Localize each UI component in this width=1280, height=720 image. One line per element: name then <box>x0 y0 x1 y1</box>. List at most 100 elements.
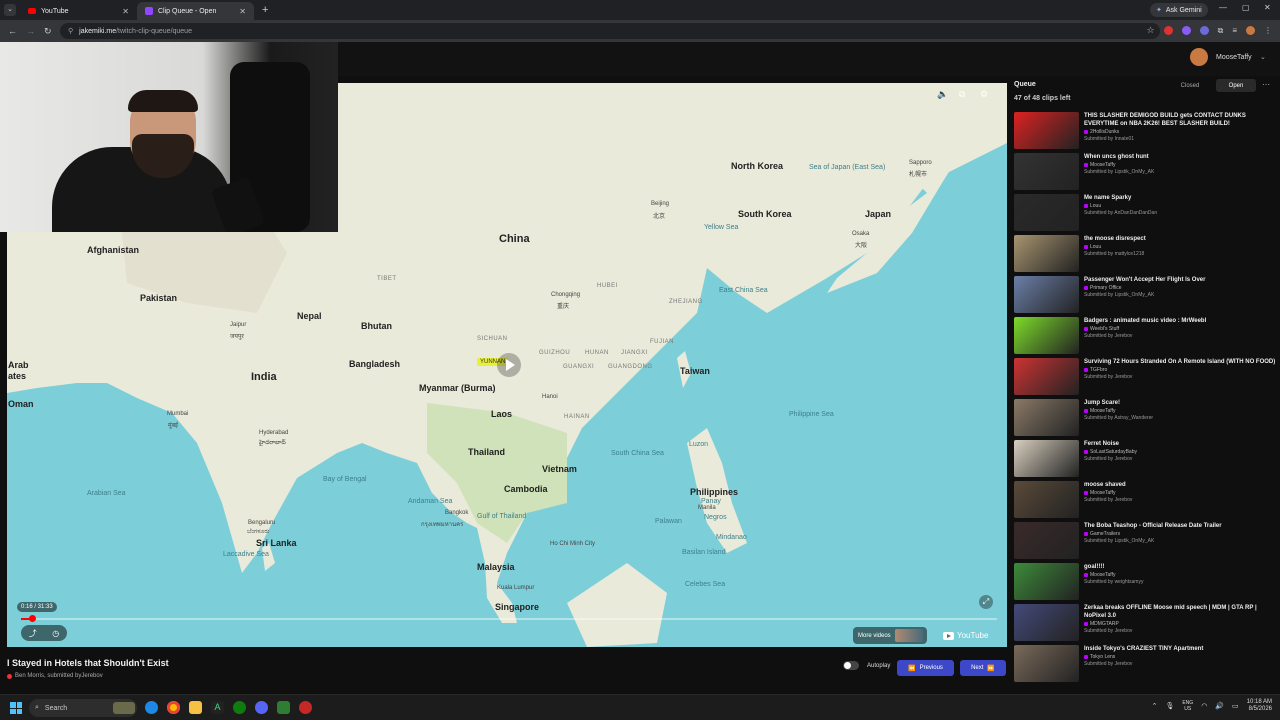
tab-youtube[interactable]: YouTube ✕ <box>20 2 137 20</box>
clip-thumbnail[interactable] <box>1014 440 1079 477</box>
maximize-icon[interactable]: ▢ <box>1242 3 1250 12</box>
queue-item[interactable]: Passenger Won't Accept Her Flight Is Ove… <box>1014 276 1278 317</box>
queue-item[interactable]: When uncs ghost hunt MooseTaffy Submitted … <box>1014 153 1278 194</box>
close-icon[interactable]: ✕ <box>239 7 246 16</box>
tab-clip-queue[interactable]: Clip Queue - Open ✕ <box>137 2 254 20</box>
clip-thumbnail[interactable] <box>1014 358 1079 395</box>
clip-thumbnail[interactable] <box>1014 153 1079 190</box>
chevron-up-icon[interactable]: ⌃ <box>1152 702 1158 710</box>
previous-button[interactable]: ⏪ Previous <box>897 660 954 676</box>
youtube-logo[interactable]: YouTube <box>943 631 988 640</box>
share-icon[interactable]: ⤴ <box>29 628 37 639</box>
clip-thumbnail[interactable] <box>1014 563 1079 600</box>
discord-icon[interactable] <box>255 701 268 714</box>
bookmark-star-icon[interactable]: ☆ <box>1147 25 1155 36</box>
clip-thumbnail[interactable] <box>1014 645 1079 682</box>
speaker-icon[interactable]: 🔊 <box>1215 702 1224 710</box>
app-a-icon[interactable]: A <box>211 701 224 714</box>
close-icon[interactable]: ✕ <box>122 7 129 16</box>
reload-icon[interactable]: ↻ <box>44 26 54 37</box>
url-field[interactable]: ⚲ jakemiki.me/twitch-clip-queue/queue <box>60 23 1160 39</box>
submitter-name: Jerebov <box>81 673 103 679</box>
queue-item[interactable]: The Boba Teashop - Official Release Date… <box>1014 522 1278 563</box>
back-arrow-icon[interactable]: ← <box>8 26 18 36</box>
next-button[interactable]: Next ⏩ <box>960 660 1006 676</box>
media-controls-icon[interactable]: ≡ <box>1232 26 1237 35</box>
play-icon[interactable] <box>497 353 521 377</box>
autoplay-toggle[interactable] <box>843 661 859 670</box>
microphone-icon[interactable]: 🎙 <box>1165 702 1174 710</box>
queue-item-text: Badgers : animated music video : MrWeebl… <box>1084 317 1276 358</box>
queue-menu-icon[interactable]: ⋯ <box>1262 80 1270 89</box>
queue-item[interactable]: Zerkaa breaks OFFLINE Moose mid speech |… <box>1014 604 1278 645</box>
taskbar-search[interactable]: ⌕ Search <box>29 699 137 717</box>
user-avatar[interactable] <box>1190 48 1208 66</box>
clip-channel-name: MDMGTARP <box>1090 621 1119 627</box>
watch-later-clock-icon[interactable]: ◷ <box>52 629 59 638</box>
app-red-icon[interactable] <box>299 701 312 714</box>
tab-search-button[interactable]: ⌄ <box>4 4 16 16</box>
queue-item[interactable]: THIS SLASHER DEMIGOD BUILD gets CONTACT … <box>1014 112 1278 153</box>
extension-purple-icon[interactable] <box>1181 26 1191 35</box>
map-label: Sapporo <box>909 160 932 166</box>
queue-status-toggle: Closed Open <box>1170 79 1256 92</box>
expand-map-icon[interactable]: ⤢ <box>979 595 993 609</box>
channel-icon <box>1084 573 1088 577</box>
queue-item[interactable]: Jump Scare! MooseTaffy Submitted by Astray… <box>1014 399 1278 440</box>
progress-bar[interactable] <box>21 615 997 622</box>
clip-thumbnail[interactable] <box>1014 112 1079 149</box>
ask-gemini-button[interactable]: ✦ Ask Gemini <box>1150 3 1208 17</box>
clip-thumbnail[interactable] <box>1014 399 1079 436</box>
clip-thumbnail[interactable] <box>1014 276 1079 313</box>
more-videos-button[interactable]: More videos <box>853 627 927 644</box>
minimize-icon[interactable]: — <box>1219 3 1227 12</box>
profile-avatar-icon[interactable] <box>1246 26 1255 35</box>
extensions-puzzle-icon[interactable]: ⧉ <box>1218 26 1224 36</box>
edge-icon[interactable] <box>145 701 158 714</box>
map-label: Cambodia <box>504 484 548 494</box>
queue-item[interactable]: Surviving 72 Hours Stranded On A Remote … <box>1014 358 1278 399</box>
file-explorer-icon[interactable] <box>189 701 202 714</box>
queue-item[interactable]: goal!!!! MooseTaffy Submitted by weightsam… <box>1014 563 1278 604</box>
site-info-icon[interactable]: ⚲ <box>68 27 73 35</box>
chevron-down-icon[interactable]: ⌄ <box>1260 53 1266 61</box>
volume-icon[interactable]: 🔈 <box>937 89 948 100</box>
queue-item[interactable]: moose shaved MooseTaffy Submitted by Jereb… <box>1014 481 1278 522</box>
close-window-icon[interactable]: ✕ <box>1264 3 1271 12</box>
clip-thumbnail[interactable] <box>1014 481 1079 518</box>
autoplay-control[interactable]: Autoplay <box>843 661 890 670</box>
queue-item[interactable]: Badgers : animated music video : MrWeebl… <box>1014 317 1278 358</box>
excel-icon[interactable] <box>277 701 290 714</box>
settings-gear-icon[interactable]: ⚙ <box>980 89 988 100</box>
queue-item[interactable]: Me name Sparky Louu Submitted by AnDanDanD… <box>1014 194 1278 235</box>
chrome-icon[interactable] <box>167 701 180 714</box>
open-button[interactable]: Open <box>1216 79 1256 92</box>
windows-start-icon[interactable] <box>10 702 22 714</box>
clip-thumbnail[interactable] <box>1014 235 1079 272</box>
bottom-left-controls: ⤴ ◷ <box>21 625 67 641</box>
clip-thumbnail[interactable] <box>1014 194 1079 231</box>
user-name[interactable]: MooseTaffy <box>1216 54 1252 61</box>
queue-item[interactable]: the moose disrespect Louu Submitted by mat… <box>1014 235 1278 276</box>
progress-knob[interactable] <box>28 615 36 622</box>
clip-thumbnail[interactable] <box>1014 317 1079 354</box>
closed-button[interactable]: Closed <box>1170 79 1210 92</box>
queue-item[interactable]: Ferret Noise SoLastSaturdayBaby Submitted … <box>1014 440 1278 481</box>
queue-item[interactable]: Inside Tokyo's CRAZIEST TINY Apartment To… <box>1014 645 1278 686</box>
captions-icon[interactable]: ⧉ <box>959 89 965 100</box>
xbox-icon[interactable] <box>233 701 246 714</box>
extension-blue-icon[interactable] <box>1199 26 1209 35</box>
map-label: Arabian Sea <box>87 490 126 497</box>
browser-menu-icon[interactable]: ⋮ <box>1264 26 1272 35</box>
extension-red-icon[interactable] <box>1163 26 1173 35</box>
clip-thumbnail[interactable] <box>1014 604 1079 641</box>
new-tab-button[interactable]: + <box>262 4 268 16</box>
next-icon: ⏩ <box>987 665 995 672</box>
wifi-icon[interactable]: ◠ <box>1201 702 1207 710</box>
clip-submitted-by: Submitted by Jerebov <box>1084 333 1133 339</box>
clip-thumbnail[interactable] <box>1014 522 1079 559</box>
language-indicator[interactable]: ENG US <box>1182 700 1193 712</box>
battery-icon[interactable]: ▭ <box>1232 702 1239 710</box>
clock[interactable]: 10:18 AM 8/5/2026 <box>1247 699 1272 713</box>
forward-arrow-icon[interactable]: → <box>26 26 36 36</box>
